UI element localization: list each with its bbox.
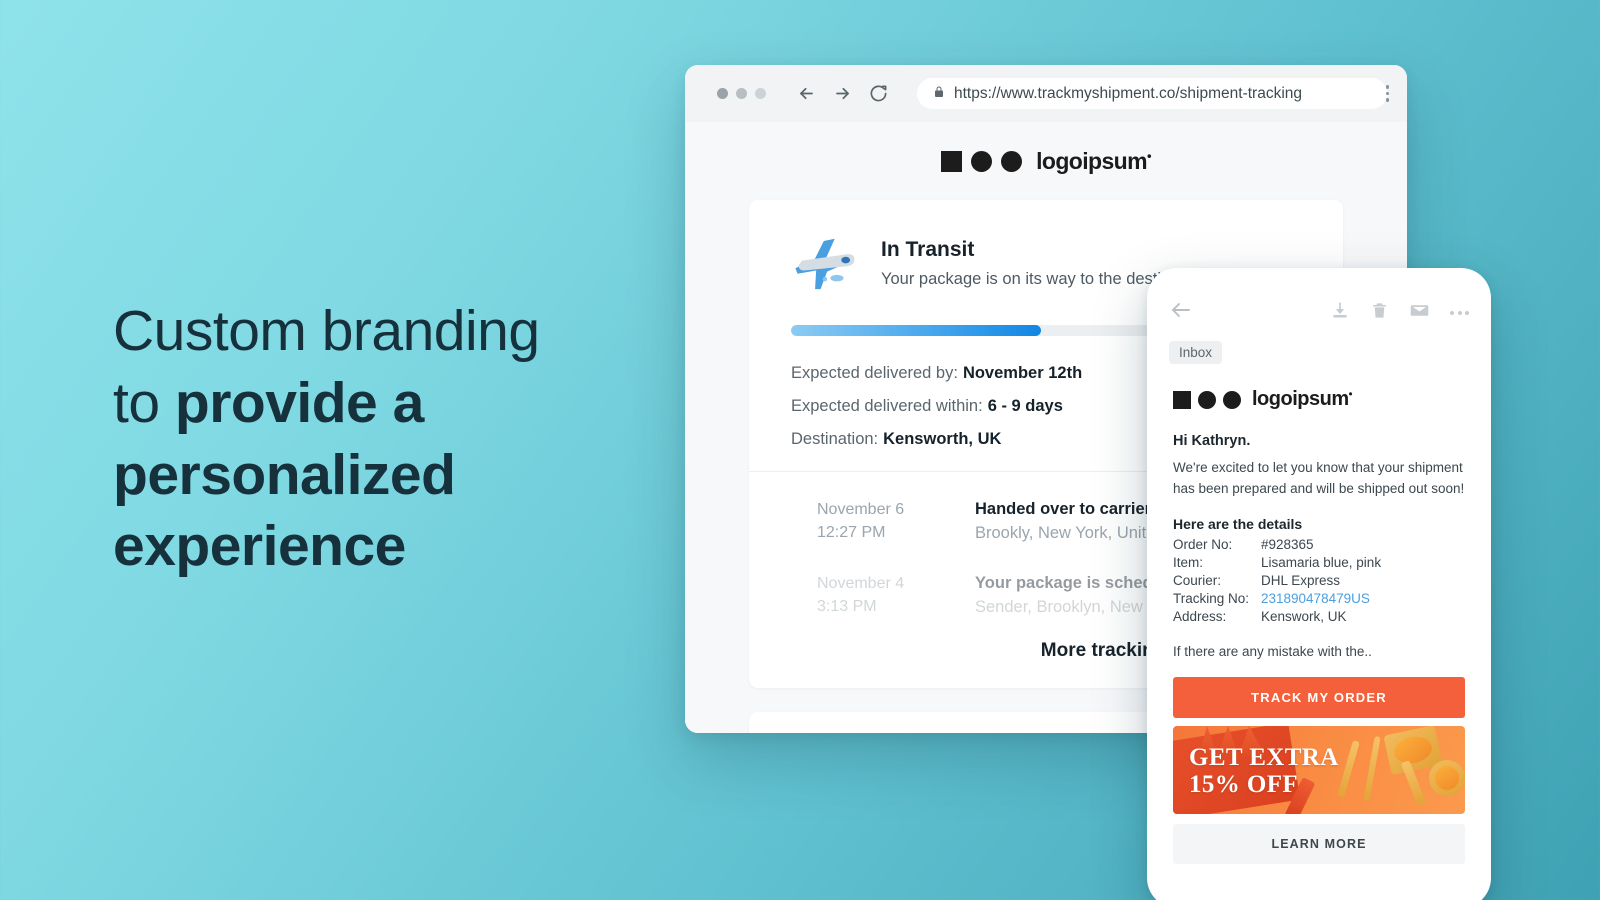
detail-value: Lisamaria blue, pink — [1261, 555, 1382, 571]
phone-mockup: Inbox logoipsum• Hi Kathryn. We're excit… — [1147, 268, 1491, 900]
detail-key: Order No: — [1173, 537, 1233, 553]
reload-icon[interactable] — [869, 84, 888, 103]
logo-text: logoipsum — [1036, 147, 1147, 174]
logo-circle-icon-1 — [971, 150, 993, 172]
detail-value: #928365 — [1261, 537, 1314, 553]
learn-more-button[interactable]: LEARN MORE — [1173, 823, 1465, 864]
detail-key: Address: — [1173, 609, 1227, 625]
back-arrow-icon[interactable] — [797, 84, 816, 103]
promo-line-1: GET EXTRA — [1189, 743, 1339, 771]
tracking-number-link[interactable]: 231890478479US — [1261, 590, 1465, 608]
headline-line-2-bold: provide a — [174, 370, 424, 435]
fact-label: Expected delivered by: — [791, 364, 958, 382]
logo-circle-icon-2 — [1001, 150, 1023, 172]
maximize-window-button[interactable] — [755, 88, 766, 99]
timeline-time: 3:13 PM — [817, 598, 877, 616]
url-text: https://www.trackmyshipment.co/shipment-… — [954, 84, 1303, 102]
more-horizontal-icon[interactable] — [1450, 310, 1469, 315]
browser-toolbar: https://www.trackmyshipment.co/shipment-… — [685, 65, 1407, 122]
table-row: Order No: #928365 — [1173, 536, 1465, 554]
lock-icon — [933, 85, 945, 103]
back-arrow-icon[interactable] — [1169, 298, 1193, 327]
address-bar[interactable]: https://www.trackmyshipment.co/shipment-… — [917, 78, 1387, 109]
headline-line-3: personalized — [113, 442, 456, 507]
fact-label: Destination: — [791, 430, 879, 448]
timeline-time: 12:27 PM — [817, 524, 886, 542]
detail-value: Kenswork, UK — [1261, 609, 1347, 625]
promo-powder-icon — [1429, 759, 1465, 796]
detail-key: Item: — [1173, 555, 1204, 571]
forward-arrow-icon[interactable] — [833, 84, 852, 103]
table-row: Courier: DHL Express — [1173, 572, 1465, 590]
folder-chip[interactable]: Inbox — [1169, 341, 1223, 364]
headline-line-4: experience — [113, 514, 406, 579]
logo-circle-icon-1 — [1198, 390, 1216, 409]
promo-line-2: 15% OFF — [1189, 770, 1299, 798]
table-row: Address: Kenswork, UK — [1173, 608, 1465, 626]
close-window-button[interactable] — [717, 88, 728, 99]
email-toolbar — [1147, 268, 1491, 327]
details-title: Here are the details — [1173, 515, 1303, 532]
email-logo-text: logoipsum — [1252, 388, 1349, 410]
promo-brush-icon-2 — [1363, 735, 1381, 802]
site-header: logoipsum• — [685, 122, 1407, 200]
email-intro: We're excited to let you know that your … — [1173, 460, 1465, 496]
site-logo: logoipsum• — [941, 148, 1151, 175]
timeline-date: November 4 — [817, 574, 905, 592]
minimize-window-button[interactable] — [736, 88, 747, 99]
trash-icon[interactable] — [1370, 301, 1389, 325]
detail-key: Courier: — [1173, 573, 1222, 589]
track-my-order-button[interactable]: TRACK MY ORDER — [1173, 676, 1465, 718]
fact-value: 6 - 9 days — [987, 397, 1063, 415]
fact-value: Kensworth, UK — [883, 430, 1002, 448]
envelope-icon[interactable] — [1409, 300, 1430, 326]
kebab-menu-icon[interactable] — [1385, 85, 1389, 102]
airplane-icon — [791, 234, 861, 296]
headline-line-2-normal: to — [113, 370, 175, 435]
fact-label: Expected delivered within: — [791, 397, 983, 415]
table-row: Tracking No: 231890478479US — [1173, 590, 1465, 608]
email-body: logoipsum• Hi Kathryn. We're excited to … — [1147, 364, 1491, 659]
email-logo: logoipsum• — [1173, 388, 1465, 411]
page-title: Custom branding to provide a personalize… — [113, 296, 673, 583]
table-row: Item: Lisamaria blue, pink — [1173, 554, 1465, 572]
window-controls[interactable] — [717, 88, 766, 99]
detail-key: Tracking No: — [1173, 591, 1250, 607]
promo-brush-icon-1 — [1337, 740, 1360, 798]
archive-icon[interactable] — [1330, 300, 1350, 325]
fact-value: November 12th — [962, 364, 1083, 382]
status-subtitle: Your package is on its way to the destin… — [881, 270, 1184, 288]
email-greeting: Hi Kathryn. — [1173, 433, 1251, 449]
promo-banner[interactable]: GET EXTRA 15% OFF — [1173, 725, 1465, 814]
promo-text: GET EXTRA 15% OFF — [1189, 744, 1339, 798]
logo-circle-icon-2 — [1223, 390, 1241, 409]
logo-square-icon — [941, 150, 963, 172]
status-title: In Transit — [881, 238, 975, 261]
email-note: If there are any mistake with the.. — [1173, 643, 1372, 659]
timeline-date: November 6 — [817, 501, 905, 518]
detail-value: DHL Express — [1261, 573, 1341, 589]
logo-square-icon — [1173, 390, 1191, 409]
headline-line-1: Custom branding — [113, 299, 540, 363]
progress-bar-fill — [791, 325, 1041, 336]
order-details-table: Order No: #928365 Item: Lisamaria blue, … — [1173, 536, 1465, 626]
